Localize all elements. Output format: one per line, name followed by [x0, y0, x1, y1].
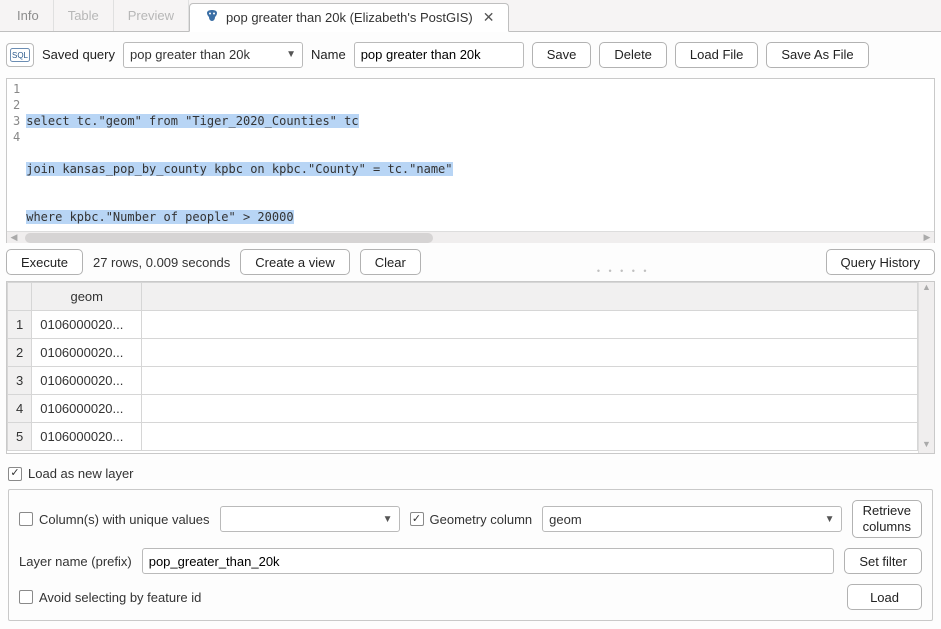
load-file-button[interactable]: Load File	[675, 42, 758, 68]
columns-unique-checkbox[interactable]: Column(s) with unique values	[19, 512, 210, 527]
checkbox-label: Load as new layer	[28, 466, 134, 481]
row-number: 3	[8, 367, 32, 395]
query-history-button[interactable]: Query History	[826, 249, 935, 275]
scroll-left-icon[interactable]: ◀	[7, 232, 21, 243]
editor-horizontal-scrollbar[interactable]: ◀ ▶	[7, 231, 934, 243]
checkbox-unchecked-icon	[19, 512, 33, 526]
results-grid[interactable]: geom 1 0106000020... 2 0106000020... 3 0…	[7, 282, 918, 451]
saved-query-value: pop greater than 20k	[130, 47, 250, 62]
cell-geom[interactable]: 0106000020...	[32, 423, 142, 451]
results-vertical-scrollbar[interactable]: ▲ ▼	[918, 282, 934, 453]
table-row[interactable]: 2 0106000020...	[8, 339, 918, 367]
delete-button[interactable]: Delete	[599, 42, 667, 68]
cell-geom[interactable]: 0106000020...	[32, 367, 142, 395]
sql-editor-body[interactable]: 1 2 3 4 select tc."geom" from "Tiger_202…	[7, 79, 934, 232]
layer-options-panel: ✓ Load as new layer Column(s) with uniqu…	[0, 454, 941, 629]
checkbox-label: Geometry column	[430, 512, 533, 527]
cell-geom[interactable]: 0106000020...	[32, 339, 142, 367]
tab-table[interactable]: Table	[54, 0, 114, 31]
column-header-geom[interactable]: geom	[32, 283, 142, 311]
checkbox-label: Column(s) with unique values	[39, 512, 210, 527]
scrollbar-thumb[interactable]	[25, 233, 433, 243]
row-number: 5	[8, 423, 32, 451]
load-as-new-layer-checkbox[interactable]: ✓ Load as new layer	[8, 466, 134, 481]
saved-query-combo[interactable]: pop greater than 20k ▼	[123, 42, 303, 68]
tab-preview[interactable]: Preview	[114, 0, 189, 31]
scroll-up-icon[interactable]: ▲	[919, 282, 934, 296]
geometry-column-checkbox[interactable]: ✓ Geometry column	[410, 512, 533, 527]
execute-toolbar: Execute 27 rows, 0.009 seconds Create a …	[0, 243, 941, 281]
svg-text:SQL: SQL	[12, 51, 29, 60]
tab-info[interactable]: Info	[3, 0, 54, 31]
line-number-gutter: 1 2 3 4	[7, 79, 26, 232]
execute-button[interactable]: Execute	[6, 249, 83, 275]
table-row[interactable]: 5 0106000020...	[8, 423, 918, 451]
tab-label: Preview	[128, 8, 174, 23]
cell-geom[interactable]: 0106000020...	[32, 395, 142, 423]
tab-query[interactable]: pop greater than 20k (Elizabeth's PostGI…	[189, 3, 509, 32]
load-button[interactable]: Load	[847, 584, 922, 610]
layer-options-group: Column(s) with unique values ▼ ✓ Geometr…	[8, 489, 933, 621]
row-number: 1	[8, 311, 32, 339]
corner-header	[8, 283, 32, 311]
sql-code[interactable]: select tc."geom" from "Tiger_2020_Counti…	[26, 79, 934, 232]
tab-label: Table	[68, 8, 99, 23]
save-button[interactable]: Save	[532, 42, 592, 68]
sql-editor-icon-button[interactable]: SQL	[6, 43, 34, 67]
table-row[interactable]: 1 0106000020...	[8, 311, 918, 339]
close-icon[interactable]: ✕	[483, 9, 495, 26]
layer-name-field[interactable]	[142, 548, 835, 574]
chevron-down-icon: ▼	[286, 49, 296, 60]
tab-label: Info	[17, 8, 39, 23]
row-number: 4	[8, 395, 32, 423]
toolbar: SQL Saved query pop greater than 20k ▼ N…	[0, 32, 941, 78]
set-filter-button[interactable]: Set filter	[844, 548, 922, 574]
scroll-down-icon[interactable]: ▼	[919, 439, 934, 453]
row-number: 2	[8, 339, 32, 367]
layer-name-label: Layer name (prefix)	[19, 554, 132, 569]
checkbox-unchecked-icon	[19, 590, 33, 604]
splitter-handle[interactable]: • • • • •	[431, 266, 816, 270]
unique-column-dropdown[interactable]: ▼	[220, 506, 400, 532]
clear-button[interactable]: Clear	[360, 249, 421, 275]
postgis-icon	[204, 9, 220, 25]
geometry-column-dropdown[interactable]: geom ▼	[542, 506, 841, 532]
results-table: geom 1 0106000020... 2 0106000020... 3 0…	[6, 281, 935, 454]
checkbox-checked-icon: ✓	[410, 512, 424, 526]
scroll-right-icon[interactable]: ▶	[920, 232, 934, 243]
avoid-feature-id-checkbox[interactable]: Avoid selecting by feature id	[19, 590, 201, 605]
column-header-empty	[142, 283, 918, 311]
name-label: Name	[311, 47, 346, 62]
cell-geom[interactable]: 0106000020...	[32, 311, 142, 339]
name-field[interactable]	[354, 42, 524, 68]
checkbox-checked-icon: ✓	[8, 467, 22, 481]
tab-label: pop greater than 20k (Elizabeth's PostGI…	[226, 10, 473, 25]
sql-icon: SQL	[10, 48, 30, 62]
result-status: 27 rows, 0.009 seconds	[93, 255, 230, 270]
chevron-down-icon: ▼	[825, 514, 835, 525]
saved-query-label: Saved query	[42, 47, 115, 62]
tab-strip: Info Table Preview pop greater than 20k …	[0, 0, 941, 32]
sql-editor: 1 2 3 4 select tc."geom" from "Tiger_202…	[6, 78, 935, 244]
checkbox-label: Avoid selecting by feature id	[39, 590, 201, 605]
geometry-value: geom	[549, 512, 582, 527]
save-as-file-button[interactable]: Save As File	[766, 42, 868, 68]
table-row[interactable]: 3 0106000020...	[8, 367, 918, 395]
table-row[interactable]: 4 0106000020...	[8, 395, 918, 423]
chevron-down-icon: ▼	[383, 514, 393, 525]
retrieve-columns-button[interactable]: Retrieve columns	[852, 500, 922, 538]
create-view-button[interactable]: Create a view	[240, 249, 349, 275]
